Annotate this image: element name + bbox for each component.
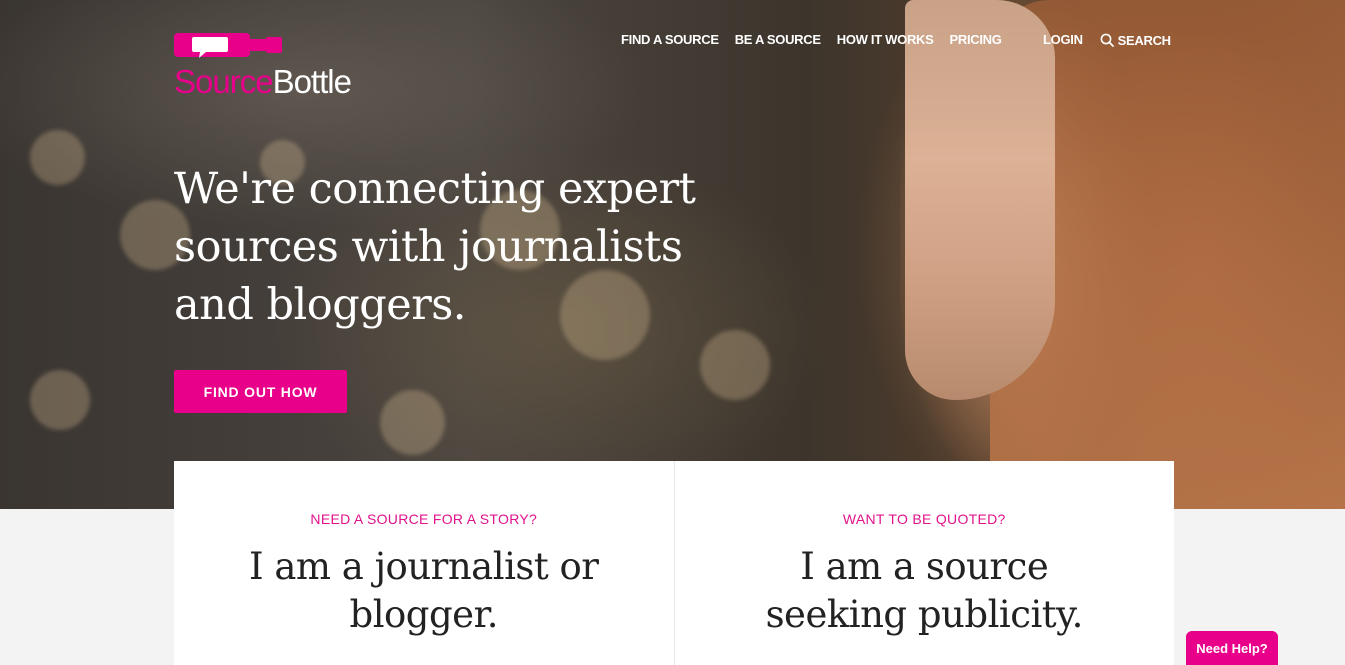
bokeh-light: [30, 130, 85, 185]
source-card-kicker: WANT TO BE QUOTED?: [842, 511, 1006, 527]
nav-find-a-source[interactable]: FIND A SOURCE: [621, 32, 719, 48]
nav-how-it-works[interactable]: HOW IT WORKS: [837, 32, 934, 48]
logo-wordmark-bottle: Bottle: [272, 63, 352, 100]
bottle-speech-bubble-icon: [174, 33, 282, 58]
logo-wordmark-source: Source: [174, 63, 274, 100]
journalist-card-kicker: NEED A SOURCE FOR A STORY?: [310, 511, 538, 527]
nav-login[interactable]: LOGIN: [1043, 32, 1083, 48]
source-card[interactable]: WANT TO BE QUOTED? I am a source seeking…: [673, 461, 1175, 665]
nav-be-a-source[interactable]: BE A SOURCE: [735, 32, 821, 48]
bokeh-light: [380, 390, 445, 455]
hero-photo-profile: [905, 0, 1055, 400]
search-label: SEARCH: [1117, 32, 1171, 48]
need-help-button[interactable]: Need Help?: [1186, 631, 1278, 665]
journalist-card-title: I am a journalist or blogger.: [248, 545, 599, 636]
logo-wordmark: SourceBottle: [174, 63, 352, 100]
utility-nav: LOGIN SEARCH: [1043, 32, 1171, 48]
search-icon: [1100, 33, 1114, 47]
audience-cards: NEED A SOURCE FOR A STORY? I am a journa…: [174, 461, 1174, 665]
main-nav: FIND A SOURCE BE A SOURCE HOW IT WORKS P…: [621, 32, 1002, 48]
bokeh-light: [30, 370, 90, 430]
nav-search[interactable]: SEARCH: [1100, 32, 1171, 48]
hero-headline: We're connecting expert sources with jou…: [174, 164, 696, 330]
bokeh-light: [700, 330, 770, 400]
site-logo[interactable]: SourceBottle: [174, 31, 374, 101]
find-out-how-button[interactable]: FIND OUT HOW: [174, 370, 347, 413]
source-card-title: I am a source seeking publicity.: [765, 545, 1084, 636]
journalist-card[interactable]: NEED A SOURCE FOR A STORY? I am a journa…: [174, 461, 674, 665]
nav-pricing[interactable]: PRICING: [950, 32, 1002, 48]
